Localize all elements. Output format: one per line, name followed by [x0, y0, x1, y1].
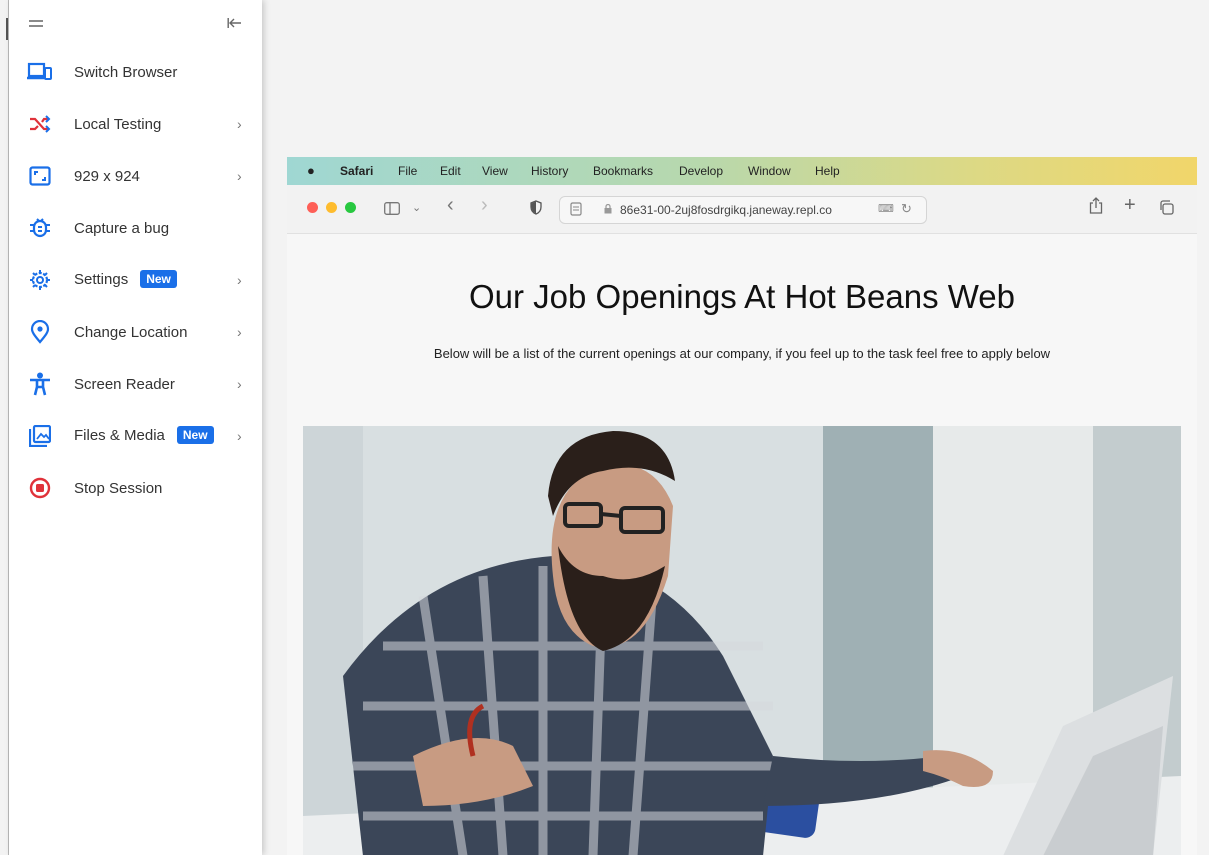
browser-toolbar: ⌄ ‹ › 86e31-00-2uj8fosdrgikq.janeway.rep… [287, 185, 1197, 234]
resolution-icon [27, 163, 53, 189]
sidebar-item-label: Settings New [74, 270, 177, 289]
zoom-window-button[interactable] [345, 202, 356, 213]
hero-photo [303, 426, 1181, 855]
sidebar-item-settings[interactable]: Settings New › [9, 254, 262, 306]
page-title: Our Job Openings At Hot Beans Web [468, 278, 1016, 315]
menu-help[interactable]: Help [815, 164, 840, 178]
bug-icon [27, 215, 53, 241]
shuffle-icon [27, 111, 53, 137]
gear-icon [27, 267, 53, 293]
accessibility-icon [27, 371, 53, 397]
location-pin-icon [27, 319, 53, 345]
sidebar-item-label: Stop Session [74, 479, 163, 497]
sidebar-item-change-location[interactable]: Change Location › [9, 306, 262, 358]
lock-icon [604, 204, 612, 214]
sidebar-item-label: Capture a bug [74, 219, 170, 237]
privacy-shield-icon[interactable] [530, 200, 542, 215]
new-badge: New [176, 426, 214, 444]
settings-label-text: Settings [74, 271, 129, 288]
menu-develop[interactable]: Develop [679, 164, 723, 178]
sidebar-item-label: Screen Reader [74, 375, 175, 393]
address-bar[interactable]: 86e31-00-2uj8fosdrgikq.janeway.repl.co ⌨… [559, 196, 927, 224]
share-icon[interactable] [1089, 197, 1103, 214]
image-icon [27, 423, 53, 449]
chevron-right-icon: › [237, 272, 242, 288]
chevron-down-icon[interactable]: ⌄ [412, 201, 421, 214]
sidebar-item-stop-session[interactable]: Stop Session [9, 462, 262, 514]
sidebar-item-capture-bug[interactable]: Capture a bug [9, 202, 262, 254]
forward-icon[interactable]: › [481, 194, 488, 217]
sidebar-toggle-icon[interactable] [384, 202, 400, 215]
sidebar-item-local-testing[interactable]: Local Testing › [9, 98, 262, 150]
files-media-label-text: Files & Media [74, 427, 165, 444]
mac-menubar: ● Safari File Edit View History Bookmark… [287, 157, 1197, 185]
reload-icon[interactable]: ↻ [901, 201, 912, 217]
sidebar-item-resolution[interactable]: 929 x 924 › [9, 150, 262, 202]
page-subtitle: Below will be a list of the current open… [433, 346, 1051, 361]
new-badge: New [140, 270, 177, 288]
session-sidebar: Switch Browser Local Testing › 929 x 924… [9, 0, 262, 855]
sidebar-header [9, 0, 262, 44]
remote-browser-window: ● Safari File Edit View History Bookmark… [287, 157, 1197, 855]
sidebar-item-files-media[interactable]: Files & Media New › [9, 410, 262, 462]
translate-icon[interactable]: ⌨ [878, 202, 894, 215]
new-tab-icon[interactable]: + [1124, 194, 1136, 217]
menu-file[interactable]: File [398, 164, 417, 178]
devices-icon [27, 59, 53, 85]
drag-handle-icon[interactable] [29, 20, 43, 27]
left-edge-tick [6, 18, 8, 40]
menu-view[interactable]: View [482, 164, 508, 178]
menu-safari[interactable]: Safari [340, 164, 373, 178]
sidebar-item-label: Switch Browser [74, 63, 178, 81]
chevron-right-icon: › [237, 376, 242, 392]
stop-icon [27, 475, 53, 501]
sidebar-item-screen-reader[interactable]: Screen Reader › [9, 358, 262, 410]
sidebar-item-switch-browser[interactable]: Switch Browser [9, 46, 262, 98]
web-page-content: Our Job Openings At Hot Beans Web Below … [287, 234, 1197, 855]
developer-working-illustration [303, 426, 1181, 855]
sidebar-item-label: Change Location [74, 323, 188, 341]
chevron-right-icon: › [237, 116, 242, 132]
chevron-right-icon: › [237, 168, 242, 184]
sidebar-item-label: Files & Media New [74, 426, 214, 445]
close-window-button[interactable] [307, 202, 318, 213]
minimize-window-button[interactable] [326, 202, 337, 213]
menu-window[interactable]: Window [748, 164, 791, 178]
sidebar-item-label: Local Testing [74, 115, 162, 133]
sidebar-item-label: 929 x 924 [74, 167, 140, 185]
url-text: 86e31-00-2uj8fosdrgikq.janeway.repl.co [620, 203, 832, 217]
tab-overview-icon[interactable] [1159, 200, 1174, 215]
menu-bookmarks[interactable]: Bookmarks [593, 164, 653, 178]
apple-icon[interactable]: ● [307, 163, 315, 178]
back-icon[interactable]: ‹ [447, 194, 454, 217]
chevron-right-icon: › [237, 324, 242, 340]
reader-icon[interactable] [570, 202, 582, 216]
chevron-right-icon: › [237, 428, 242, 444]
menu-edit[interactable]: Edit [440, 164, 461, 178]
collapse-sidebar-icon[interactable] [227, 16, 243, 30]
menu-history[interactable]: History [531, 164, 568, 178]
